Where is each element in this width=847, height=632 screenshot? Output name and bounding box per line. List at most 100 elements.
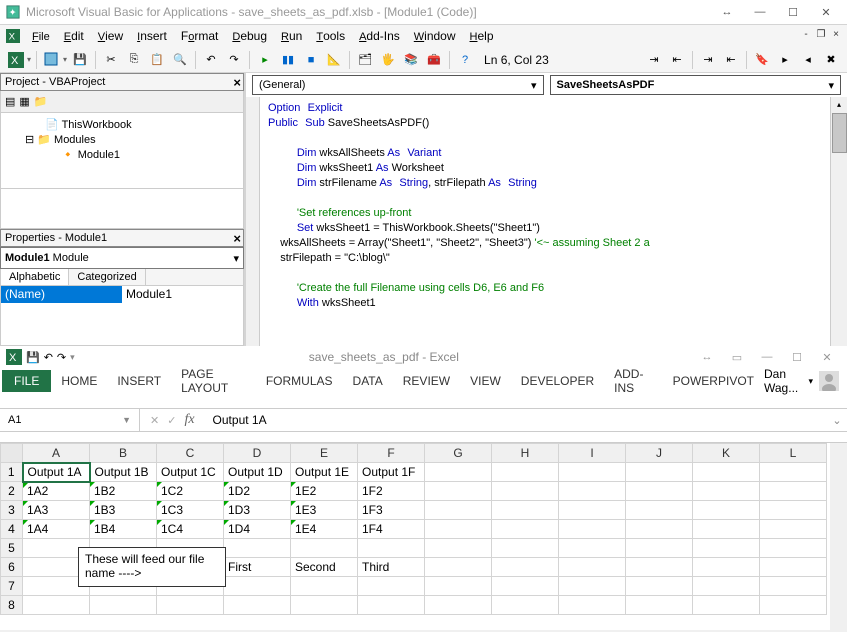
paste-icon[interactable]: 📋 [147,50,167,70]
col-header[interactable]: K [693,444,760,463]
name-box[interactable]: A1▼ [0,409,140,431]
cell[interactable]: 1E3 [291,501,358,520]
prev-bookmark-icon[interactable]: ◂ [798,50,818,70]
spreadsheet-grid[interactable]: A B C D E F G H I J K L 1Output 1AOutput… [0,443,827,615]
cell[interactable] [693,501,760,520]
indent2-icon[interactable]: ⇥ [698,50,718,70]
find-icon[interactable]: 🔍 [170,50,190,70]
menu-help[interactable]: Help [464,27,500,45]
cell[interactable]: 1B3 [90,501,157,520]
cell[interactable]: 1C3 [157,501,224,520]
design-mode-icon[interactable]: 📐 [324,50,344,70]
cell[interactable] [291,539,358,558]
cancel-formula-icon[interactable]: ✕ [150,414,159,427]
menu-format[interactable]: Format [175,27,224,45]
cell[interactable] [291,577,358,596]
object-browser-icon[interactable]: 📚 [401,50,421,70]
cell[interactable] [559,558,626,577]
cell[interactable] [559,482,626,501]
cell[interactable]: 1D2 [224,482,291,501]
cell[interactable] [492,577,559,596]
code-editor[interactable]: Option Explicit Public Sub SaveSheetsAsP… [260,97,830,346]
properties-grid[interactable]: (Name) Module1 [0,286,244,346]
col-header[interactable]: C [157,444,224,463]
cell[interactable]: 1E4 [291,520,358,539]
tree-modules-folder[interactable]: ⊟ 📁 Modules [5,132,239,147]
xl-minimize-icon[interactable]: — [753,348,781,366]
col-header[interactable]: G [425,444,492,463]
cell[interactable] [425,463,492,482]
cell[interactable] [559,520,626,539]
row-header[interactable]: 3 [1,501,23,520]
outdent2-icon[interactable]: ⇤ [721,50,741,70]
cell[interactable] [157,596,224,615]
tree-thisworkbook[interactable]: 📄 ThisWorkbook [5,117,239,132]
cell[interactable]: 1D3 [224,501,291,520]
cell[interactable] [693,539,760,558]
properties-panel-close-icon[interactable]: × [233,231,241,246]
user-avatar-icon[interactable] [819,371,839,391]
cell[interactable] [626,463,693,482]
menu-tools[interactable]: Tools [310,27,351,45]
cell[interactable] [693,596,760,615]
qat-undo-icon[interactable]: ↶ [44,351,53,364]
row-header[interactable]: 6 [1,558,23,577]
cell[interactable]: 1B2 [90,482,157,501]
swap-icon[interactable]: ↔ [712,2,742,22]
cell[interactable] [760,520,827,539]
ribbon-tab-file[interactable]: FILE [2,370,51,392]
cell[interactable] [559,596,626,615]
ribbon-tab-insert[interactable]: INSERT [107,370,171,392]
comment-callout[interactable]: These will feed our file name ----> [78,547,226,587]
cell[interactable] [224,577,291,596]
row-header[interactable]: 2 [1,482,23,501]
cell[interactable] [760,501,827,520]
cell[interactable] [224,539,291,558]
cell[interactable] [626,520,693,539]
indent-icon[interactable]: ⇥ [644,50,664,70]
cell[interactable]: 1E2 [291,482,358,501]
properties-object-combo[interactable]: Module1 Module▾ [0,247,244,269]
mdi-restore-icon[interactable]: ❐ [814,27,828,41]
cell[interactable] [559,539,626,558]
ribbon-tab-home[interactable]: HOME [51,370,107,392]
insert-module-icon[interactable] [42,50,62,70]
ribbon-tab-developer[interactable]: DEVELOPER [511,370,604,392]
project-explorer-icon[interactable]: 🗂 [355,50,375,70]
menu-edit[interactable]: Edit [58,27,90,45]
cell[interactable] [291,596,358,615]
insert-function-icon[interactable]: fx [184,412,194,428]
ribbon-tab-pagelayout[interactable]: PAGE LAYOUT [171,363,256,399]
undo-icon[interactable]: ↶ [201,50,221,70]
cell[interactable] [358,596,425,615]
ribbon-options-icon[interactable]: ▭ [723,348,751,366]
cell[interactable] [559,577,626,596]
view-object-icon[interactable]: ▦ [19,95,29,108]
cell[interactable] [492,501,559,520]
cell[interactable] [559,501,626,520]
qat-redo-icon[interactable]: ↷ [57,351,66,364]
tree-module1[interactable]: 🔸 Module1 [5,147,239,162]
cell[interactable] [760,577,827,596]
mdi-minimize-icon[interactable]: - [799,27,813,41]
cell[interactable] [492,482,559,501]
ribbon-tab-addins[interactable]: ADD-INS [604,363,663,399]
cell[interactable] [492,558,559,577]
cell[interactable]: 1A2 [23,482,90,501]
select-all-corner[interactable] [1,444,23,463]
ribbon-tab-powerpivot[interactable]: POWERPIVOT [663,370,764,392]
cell[interactable]: 1C4 [157,520,224,539]
col-header[interactable]: F [358,444,425,463]
run-icon[interactable]: ▸ [255,50,275,70]
col-header[interactable]: I [559,444,626,463]
col-header[interactable]: J [626,444,693,463]
menu-file[interactable]: File [26,27,56,45]
cell[interactable]: 1D4 [224,520,291,539]
cell[interactable] [425,482,492,501]
cell[interactable] [358,539,425,558]
cell[interactable] [23,596,90,615]
redo-icon[interactable]: ↷ [224,50,244,70]
cell[interactable] [559,463,626,482]
cell[interactable] [626,577,693,596]
col-header[interactable]: B [90,444,157,463]
